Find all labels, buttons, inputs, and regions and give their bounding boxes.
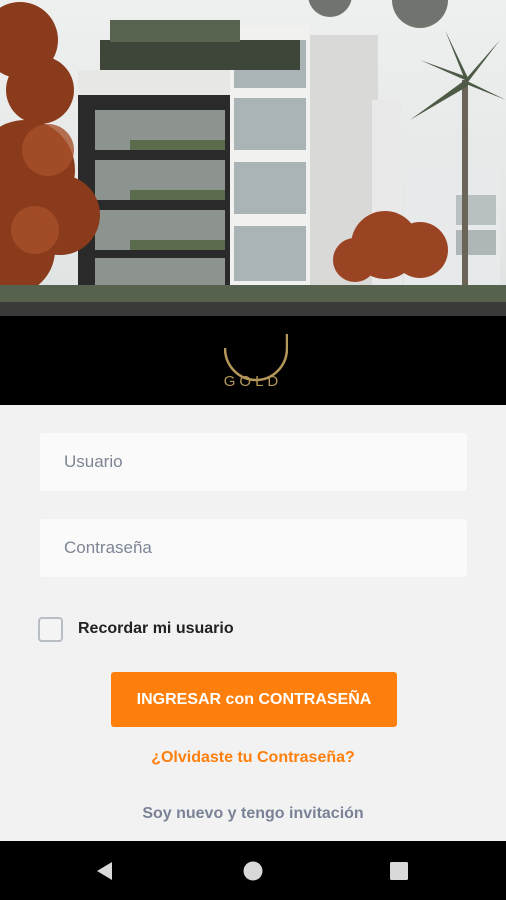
logo-band: GOLD <box>0 316 506 405</box>
remember-user-label: Recordar mi usuario <box>78 620 234 637</box>
login-with-password-button[interactable]: INGRESAR con CONTRASEÑA <box>111 672 397 727</box>
home-icon[interactable] <box>240 858 266 884</box>
forgot-password-link[interactable]: ¿Olvidaste tu Contraseña? <box>0 749 506 767</box>
password-input[interactable] <box>40 519 467 577</box>
brand-wordmark: GOLD <box>223 373 283 390</box>
new-user-invitation-link[interactable]: Soy nuevo y tengo invitación <box>0 805 506 823</box>
hero-building-image <box>0 0 506 316</box>
system-navigation-bar <box>0 841 506 900</box>
remember-user-checkbox[interactable] <box>38 616 63 642</box>
recents-icon[interactable] <box>386 858 412 884</box>
remember-user-row[interactable]: Recordar mi usuario <box>38 616 234 642</box>
username-input[interactable] <box>40 433 467 491</box>
back-icon[interactable] <box>92 858 118 884</box>
